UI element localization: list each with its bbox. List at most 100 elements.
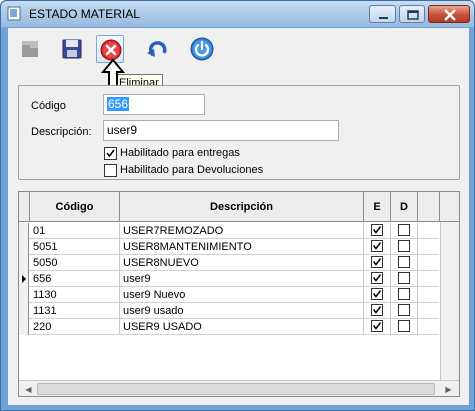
cell-d [391,303,418,319]
cell-d [391,287,418,303]
checkmark-icon [372,322,382,330]
undo-button[interactable] [144,35,172,63]
codigo-field[interactable]: 656 [103,94,205,115]
table-row[interactable]: 1130 user9 Nuevo [19,287,439,303]
cell-d [391,271,418,287]
scroll-thumb[interactable] [37,383,435,395]
descripcion-value: user9 [107,123,138,137]
cell-codigo[interactable]: 01 [30,223,120,239]
current-row-icon [22,275,26,283]
d-checkbox[interactable] [398,304,410,316]
cell-descripcion[interactable]: user9 [120,271,364,287]
table-row[interactable]: 656 user9 [19,271,439,287]
maximize-button[interactable] [399,5,425,23]
cell-descripcion[interactable]: USER8NUEVO [120,255,364,271]
checkmark-icon [372,226,382,234]
exit-button[interactable] [188,35,216,63]
cell-e [364,255,391,271]
devoluciones-checkbox[interactable] [104,164,117,177]
cell-descripcion[interactable]: USER7REMOZADO [120,223,364,239]
checkmark-icon [372,258,382,266]
power-icon [190,37,214,61]
row-selector-header [19,192,30,222]
d-checkbox[interactable] [398,288,410,300]
cell-codigo[interactable]: 5050 [30,255,120,271]
client-area: Eliminar Código 656 Descripción: user9 H… [8,28,469,405]
cell-d [391,319,418,335]
codigo-label: Código [31,100,66,112]
vertical-scrollbar[interactable] [440,222,459,382]
cell-codigo[interactable]: 1131 [30,303,120,319]
table-row[interactable]: 220 USER9 USADO [19,319,439,335]
title-bar[interactable]: ESTADO MATERIAL [1,1,474,27]
cell-codigo[interactable]: 5051 [30,239,120,255]
cell-d [391,223,418,239]
e-checkbox[interactable] [371,240,383,252]
new-button[interactable] [16,35,44,63]
row-selector[interactable] [19,239,29,255]
e-checkbox[interactable] [371,272,383,284]
flag-icon [22,41,38,57]
column-header-e[interactable]: E [364,192,391,222]
checkmark-icon [372,290,382,298]
close-icon [444,9,456,21]
cell-codigo[interactable]: 656 [30,271,120,287]
table-row[interactable]: 1131 user9 usado [19,303,439,319]
row-selector[interactable] [19,303,29,319]
descripcion-label: Descripción: [31,126,92,138]
cell-e [364,223,391,239]
minimize-icon [379,17,388,19]
e-checkbox[interactable] [371,224,383,236]
cell-d [391,255,418,271]
entregas-checkbox[interactable] [104,147,117,160]
save-icon [62,39,82,59]
maximize-icon [407,10,419,20]
scroll-right-icon[interactable]: ▶ [440,381,457,396]
row-selector[interactable] [19,223,29,239]
row-selector[interactable] [19,319,29,335]
e-checkbox[interactable] [371,288,383,300]
row-selector[interactable] [19,287,29,303]
cell-e [364,287,391,303]
cell-descripcion[interactable]: user9 Nuevo [120,287,364,303]
cell-e [364,319,391,335]
undo-icon [147,41,167,57]
column-header-descripcion[interactable]: Descripción [120,192,364,222]
table-row[interactable]: 01 USER7REMOZADO [19,223,439,239]
cell-descripcion[interactable]: USER9 USADO [120,319,364,335]
horizontal-scrollbar[interactable]: ◀ ▶ [19,380,459,396]
d-checkbox[interactable] [398,224,410,236]
column-header-d[interactable]: D [391,192,418,222]
e-checkbox[interactable] [371,256,383,268]
form-group: Código 656 Descripción: user9 Habilitado… [18,85,460,180]
close-button[interactable] [428,5,470,23]
scroll-left-icon[interactable]: ◀ [20,381,37,396]
cell-descripcion[interactable]: USER8MANTENIMIENTO [120,239,364,255]
column-header-codigo[interactable]: Código [30,192,120,222]
minimize-button[interactable] [369,5,396,23]
descripcion-field[interactable]: user9 [103,120,339,141]
checkmark-icon [372,274,382,282]
cell-codigo[interactable]: 1130 [30,287,120,303]
table-row[interactable]: 5051 USER8MANTENIMIENTO [19,239,439,255]
d-checkbox[interactable] [398,272,410,284]
d-checkbox[interactable] [398,240,410,252]
e-checkbox[interactable] [371,320,383,332]
checkmark-icon [106,149,115,158]
cell-e [364,239,391,255]
cell-codigo[interactable]: 220 [30,319,120,335]
table-row[interactable]: 5050 USER8NUEVO [19,255,439,271]
codigo-value: 656 [107,97,130,111]
d-checkbox[interactable] [398,256,410,268]
cell-d [391,239,418,255]
e-checkbox[interactable] [371,304,383,316]
data-grid[interactable]: Código Descripción E D 01 USER7REMOZADO 50… [18,191,460,397]
grid-header: Código Descripción E D [19,192,459,222]
cell-descripcion[interactable]: user9 usado [120,303,364,319]
save-button[interactable] [58,35,86,63]
row-selector[interactable] [19,255,29,271]
app-window: ESTADO MATERIAL Eliminar Código 656 Desc… [0,0,475,411]
cell-e [364,303,391,319]
d-checkbox[interactable] [398,320,410,332]
row-selector[interactable] [19,271,29,287]
